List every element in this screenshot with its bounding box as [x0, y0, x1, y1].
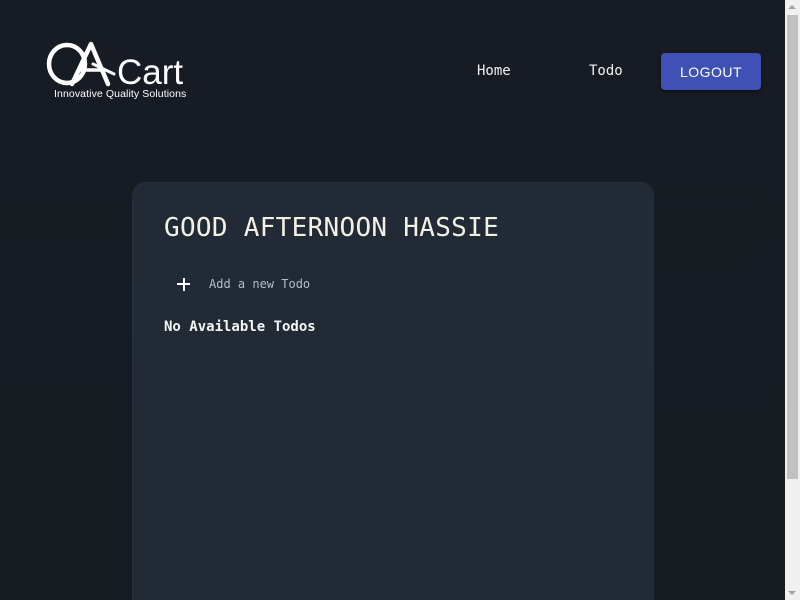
plus-icon[interactable] [177, 277, 190, 291]
qacart-logo[interactable]: Cart Innovative Quality Solutions [46, 40, 198, 102]
scroll-up-arrow-icon[interactable] [788, 5, 796, 9]
todo-card: GOOD AFTERNOON HASSIE No Available Todos [132, 182, 654, 600]
vertical-scrollbar[interactable] [785, 0, 800, 600]
scroll-thumb[interactable] [787, 15, 798, 479]
svg-text:Cart: Cart [117, 53, 183, 90]
nav-todo-link[interactable]: Todo [589, 62, 623, 80]
qacart-logo-icon: Cart [46, 41, 183, 90]
add-todo-row[interactable] [177, 273, 469, 295]
empty-todos-message: No Available Todos [164, 319, 316, 335]
scroll-down-arrow-icon[interactable] [788, 591, 796, 595]
logo-tagline: Innovative Quality Solutions [54, 88, 187, 100]
nav-home-link[interactable]: Home [477, 62, 511, 80]
greeting-title: GOOD AFTERNOON HASSIE [164, 213, 500, 243]
logout-button[interactable]: LOGOUT [661, 53, 761, 90]
page: Cart Innovative Quality Solutions Home T… [0, 0, 785, 600]
add-todo-input[interactable] [209, 277, 469, 291]
